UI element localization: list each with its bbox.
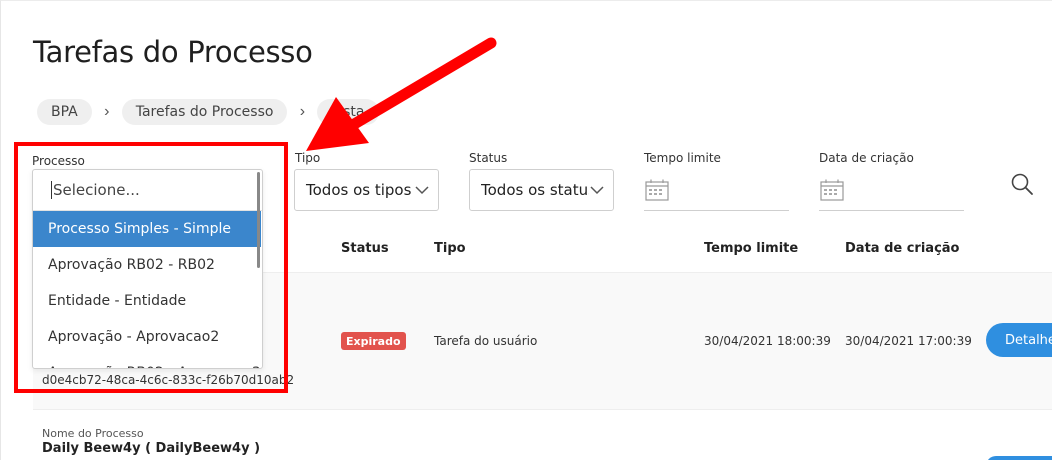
chevron-right-icon: › xyxy=(299,103,306,120)
calendar-icon xyxy=(820,179,844,201)
breadcrumb-item-bpa[interactable]: BPA xyxy=(37,99,92,125)
row-tipo: Tarefa do usuário xyxy=(434,334,538,348)
chevron-down-icon xyxy=(415,186,429,195)
processo-search-input[interactable]: Selecione... xyxy=(33,170,262,211)
table-divider xyxy=(33,409,1052,410)
process-name-label: Nome do Processo xyxy=(42,427,144,440)
status-label: Status xyxy=(469,151,508,165)
column-header-data-criacao[interactable]: Data de criação xyxy=(845,241,959,256)
dropdown-option[interactable]: Processo Simples - Simple xyxy=(33,211,261,247)
dropdown-option[interactable]: Aprovação RB02 - RB02 xyxy=(33,247,261,283)
processo-label: Processo xyxy=(32,154,85,168)
status-select[interactable]: Todos os status xyxy=(469,169,614,211)
processo-dropdown[interactable]: Selecione... Processo Simples - Simple A… xyxy=(32,169,263,369)
breadcrumb: BPA › Tarefas do Processo › Lista xyxy=(37,99,379,125)
row-id: d0e4cb72-48ca-4c6c-833c-f26b70d10ab2 xyxy=(42,373,295,387)
breadcrumb-item-lista[interactable]: Lista xyxy=(317,99,379,125)
chevron-down-icon xyxy=(590,186,604,195)
row-tempo-limite: 30/04/2021 18:00:39 xyxy=(704,334,831,348)
processo-search-placeholder: Selecione... xyxy=(53,181,140,199)
details-button[interactable]: Detalhes xyxy=(986,323,1052,357)
text-caret xyxy=(51,181,52,199)
details-button[interactable] xyxy=(986,456,1052,460)
row-data-criacao: 30/04/2021 17:00:39 xyxy=(845,334,972,348)
breadcrumb-item-tarefas[interactable]: Tarefas do Processo xyxy=(121,99,288,125)
process-name-value: Daily Beew4y ( DailyBeew4y ) xyxy=(42,441,261,456)
dropdown-scrollbar[interactable] xyxy=(257,172,260,268)
tempo-limite-input[interactable] xyxy=(644,169,789,211)
dropdown-option[interactable]: Aprovação - Aprovacao2 xyxy=(33,319,261,355)
calendar-icon xyxy=(645,179,669,201)
dropdown-option[interactable]: Aprovação RB02 - Aprovacao3 xyxy=(33,355,261,368)
dropdown-option[interactable]: Entidade - Entidade xyxy=(33,283,261,319)
data-criacao-label: Data de criação xyxy=(819,151,914,165)
data-criacao-input[interactable] xyxy=(819,169,964,211)
tipo-select-value: Todos os tipos xyxy=(306,181,412,199)
column-header-status[interactable]: Status xyxy=(341,241,389,256)
status-select-value: Todos os status xyxy=(481,181,589,199)
status-badge: Expirado xyxy=(341,332,406,350)
chevron-right-icon: › xyxy=(104,103,110,120)
tempo-limite-label: Tempo limite xyxy=(644,151,721,165)
search-icon[interactable] xyxy=(1009,171,1035,197)
column-header-tempo-limite[interactable]: Tempo limite xyxy=(704,241,798,256)
tipo-label: Tipo xyxy=(295,151,321,165)
page-container: Tarefas do Processo BPA › Tarefas do Pro… xyxy=(0,0,1052,460)
page-title: Tarefas do Processo xyxy=(33,35,313,69)
column-header-tipo[interactable]: Tipo xyxy=(434,241,466,256)
tipo-select[interactable]: Todos os tipos xyxy=(294,169,439,211)
